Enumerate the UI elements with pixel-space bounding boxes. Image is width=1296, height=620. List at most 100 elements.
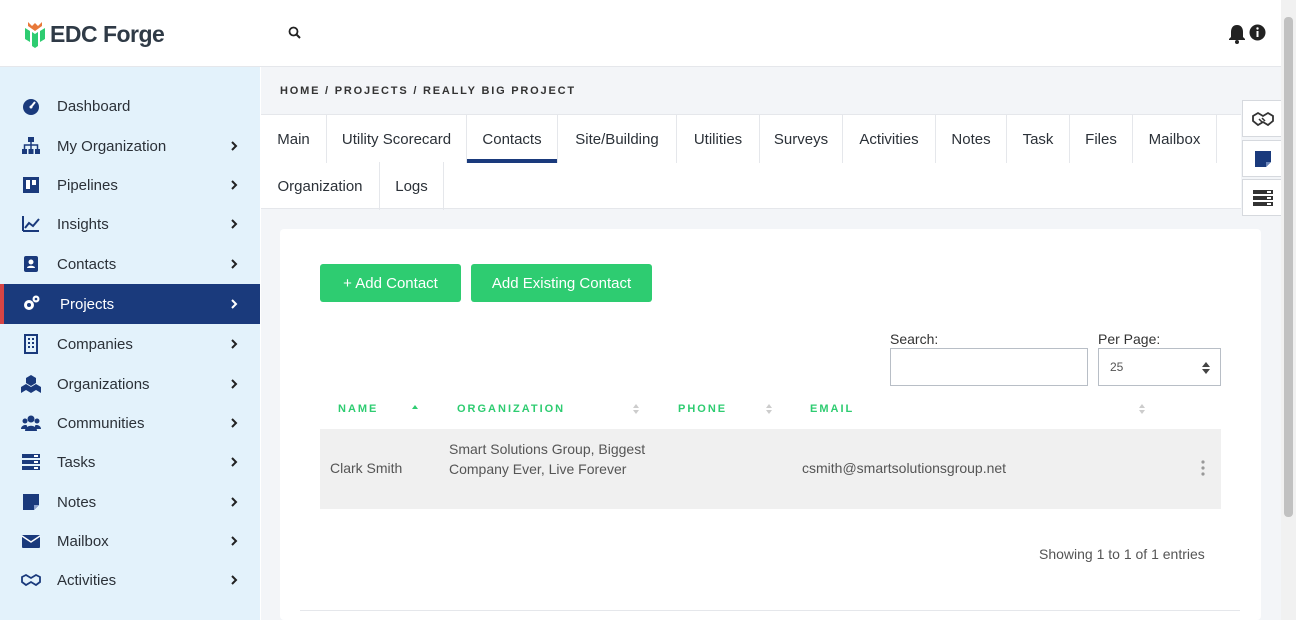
contact-card-icon xyxy=(24,256,38,272)
note-icon xyxy=(23,494,39,510)
tab-contacts[interactable]: Contacts xyxy=(467,115,558,163)
right-toolbar xyxy=(1242,100,1283,216)
scrollbar-thumb[interactable] xyxy=(1284,17,1293,517)
sidebar-item-label: Dashboard xyxy=(57,97,131,115)
sort-icon xyxy=(1139,404,1145,414)
top-bar: EDC Forge xyxy=(0,0,1281,67)
sidebar-item-tasks[interactable]: Tasks xyxy=(0,442,260,482)
sidebar-item-dashboard[interactable]: Dashboard xyxy=(0,86,260,126)
gears-icon xyxy=(24,295,40,310)
activities-shortcut-button[interactable] xyxy=(1242,100,1283,137)
chevron-right-icon xyxy=(231,418,238,428)
logo[interactable]: EDC Forge xyxy=(24,20,165,48)
tab-bar: Main Utility Scorecard Contacts Site/Buildi… xyxy=(261,114,1241,210)
sidebar-item-label: Contacts xyxy=(57,255,117,273)
sidebar-item-label: My Organization xyxy=(57,137,167,155)
table-info: Showing 1 to 1 of 1 entries xyxy=(1039,546,1205,562)
sidebar-item-activities[interactable]: Activities xyxy=(0,560,260,600)
search-input[interactable] xyxy=(890,348,1088,386)
sort-icon xyxy=(633,404,639,414)
tasks-shortcut-button[interactable] xyxy=(1242,179,1283,216)
tab-files[interactable]: Files xyxy=(1070,115,1133,163)
note-icon xyxy=(1254,150,1271,167)
tab-main[interactable]: Main xyxy=(261,115,327,163)
sidebar-item-label: Communities xyxy=(57,414,145,432)
sidebar-item-label: Notes xyxy=(57,493,97,511)
sort-icon xyxy=(766,404,772,414)
logo-text: EDC Forge xyxy=(50,20,165,47)
chevron-right-icon xyxy=(231,141,238,151)
sidebar-item-organizations[interactable]: Organizations xyxy=(0,364,260,404)
cell-email[interactable]: csmith@smartsolutionsgroup.net xyxy=(802,459,1006,479)
logo-mark-icon xyxy=(25,22,45,48)
tab-utility-scorecard[interactable]: Utility Scorecard xyxy=(327,115,467,163)
chevron-right-icon xyxy=(231,219,238,229)
users-icon xyxy=(21,415,41,431)
per-page-select[interactable]: 25 xyxy=(1098,348,1221,386)
sidebar-item-notes[interactable]: Notes xyxy=(0,482,260,522)
chevron-right-icon xyxy=(231,259,238,269)
tab-mailbox[interactable]: Mailbox xyxy=(1133,115,1217,163)
chevron-right-icon xyxy=(231,536,238,546)
sidebar-item-companies[interactable]: Companies xyxy=(0,324,260,364)
dashboard-icon xyxy=(23,99,39,115)
sort-arrows-icon xyxy=(1202,362,1210,374)
tab-utilities[interactable]: Utilities xyxy=(677,115,760,163)
column-header-phone[interactable]: PHONE xyxy=(678,403,727,415)
search-icon[interactable] xyxy=(287,25,303,41)
sidebar-item-label: Projects xyxy=(60,295,115,313)
tab-organization[interactable]: Organization xyxy=(261,162,380,210)
tasks-icon xyxy=(22,454,40,470)
sidebar-item-insights[interactable]: Insights xyxy=(0,204,260,244)
sidebar-item-label: Activities xyxy=(57,571,117,589)
chevron-right-icon xyxy=(231,339,238,349)
column-header-organization[interactable]: ORGANIZATION xyxy=(457,403,565,415)
sidebar-item-label: Organizations xyxy=(57,375,150,393)
per-page-value: 25 xyxy=(1110,360,1124,374)
divider xyxy=(300,610,1240,611)
column-header-email[interactable]: EMAIL xyxy=(810,403,854,415)
sidebar-item-communities[interactable]: Communities xyxy=(0,403,260,443)
tab-surveys[interactable]: Surveys xyxy=(760,115,843,163)
tab-site-building[interactable]: Site/Building xyxy=(558,115,677,163)
notes-shortcut-button[interactable] xyxy=(1242,140,1283,177)
add-contact-button[interactable]: + Add Contact xyxy=(320,264,461,302)
bell-icon[interactable] xyxy=(1228,24,1246,44)
sidebar-item-pipelines[interactable]: Pipelines xyxy=(0,165,260,205)
row-menu-icon[interactable] xyxy=(1199,460,1207,476)
per-page-label: Per Page: xyxy=(1098,331,1161,347)
sidebar-item-mailbox[interactable]: Mailbox xyxy=(0,521,260,561)
sidebar-item-label: Companies xyxy=(57,335,133,353)
envelope-icon xyxy=(21,535,41,548)
chevron-right-icon xyxy=(231,575,238,585)
org-chart-icon xyxy=(22,137,40,154)
cell-organization: Smart Solutions Group, Biggest Company E… xyxy=(449,441,646,477)
page-scrollbar[interactable] xyxy=(1281,0,1296,620)
cell-name[interactable]: Clark Smith xyxy=(330,459,402,479)
sidebar-item-label: Pipelines xyxy=(57,176,118,194)
sort-asc-icon xyxy=(412,405,418,409)
chevron-right-icon xyxy=(231,497,238,507)
chevron-right-icon xyxy=(231,180,238,190)
column-header-name[interactable]: NAME xyxy=(338,403,378,415)
sidebar-item-projects[interactable]: Projects xyxy=(0,284,260,324)
tab-logs[interactable]: Logs xyxy=(380,162,444,210)
handshake-icon xyxy=(21,573,41,587)
chevron-right-icon xyxy=(231,457,238,467)
search-label: Search: xyxy=(890,331,939,347)
info-icon[interactable] xyxy=(1249,24,1266,41)
tab-task[interactable]: Task xyxy=(1007,115,1070,163)
tab-activities[interactable]: Activities xyxy=(843,115,936,163)
add-existing-contact-button[interactable]: Add Existing Contact xyxy=(471,264,652,302)
sidebar-item-my-organization[interactable]: My Organization xyxy=(0,126,260,166)
chevron-right-icon xyxy=(231,299,238,309)
handshake-icon xyxy=(1251,111,1274,126)
sidebar-item-contacts[interactable]: Contacts xyxy=(0,244,260,284)
sidebar-item-label: Mailbox xyxy=(57,532,109,550)
chevron-right-icon xyxy=(231,379,238,389)
sidebar-item-label: Insights xyxy=(57,215,109,233)
pipeline-icon xyxy=(23,177,39,193)
tab-notes[interactable]: Notes xyxy=(936,115,1007,163)
cubes-icon xyxy=(21,375,41,393)
sidebar-item-label: Tasks xyxy=(57,453,96,471)
